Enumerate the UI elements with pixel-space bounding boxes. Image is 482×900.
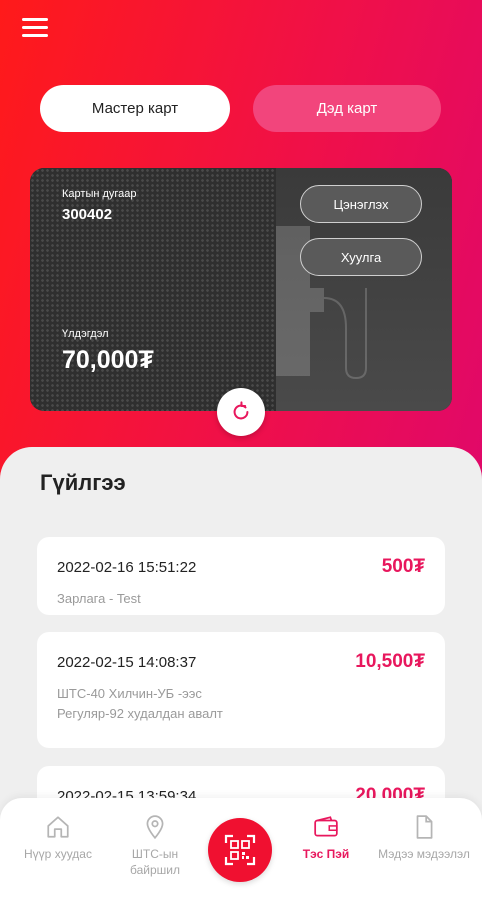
nav-pay-label: Тэс Пэй: [302, 847, 350, 861]
nav-info[interactable]: Мэдээ мэдээлэл: [376, 814, 472, 862]
nav-pay[interactable]: Тэс Пэй: [278, 814, 374, 862]
balance-value: 70,000₮: [62, 346, 154, 374]
hamburger-menu-icon[interactable]: [22, 18, 48, 40]
transactions-title: Гүйлгээ: [40, 470, 126, 495]
balance-label: Үлдэгдэл: [62, 328, 109, 340]
transaction-amount: 500₮: [381, 556, 425, 577]
qr-scan-button[interactable]: [208, 818, 272, 882]
transaction-amount: 10,500₮: [355, 651, 425, 672]
location-pin-icon: [146, 815, 164, 840]
home-icon: [47, 816, 69, 838]
wallet-icon: [314, 816, 338, 837]
transaction-row[interactable]: 2022-02-15 14:08:37 10,500₮ ШТС-40 Хилчи…: [37, 632, 445, 748]
sub-card-tab[interactable]: Дэд карт: [253, 85, 441, 132]
refresh-icon[interactable]: [217, 388, 265, 436]
nav-home-label: Нүүр хуудас: [24, 847, 92, 861]
card-number: 300402: [62, 206, 113, 223]
app-screen: Мастер карт Дэд карт Картын дугаар 30040…: [0, 0, 482, 900]
transaction-description: Зарлага - Test: [57, 591, 141, 606]
topup-button[interactable]: Цэнэглэх: [300, 185, 422, 223]
master-card-tab[interactable]: Мастер карт: [40, 85, 230, 132]
document-icon: [416, 815, 433, 839]
nav-stations-label: ШТС-ын байршил: [130, 847, 180, 877]
nav-stations[interactable]: ШТС-ын байршил: [107, 814, 203, 878]
qr-code-icon: [224, 834, 256, 866]
nav-info-label: Мэдээ мэдээлэл: [378, 847, 470, 861]
statement-button[interactable]: Хуулга: [300, 238, 422, 276]
transaction-date: 2022-02-16 15:51:22: [57, 559, 197, 576]
nav-home[interactable]: Нүүр хуудас: [10, 814, 106, 862]
transaction-date: 2022-02-15 14:08:37: [57, 654, 197, 671]
transaction-description: ШТС-40 Хилчин-УБ -ээс Регуляр-92 худалда…: [57, 686, 223, 721]
fuel-card: Картын дугаар 300402 Үлдэгдэл 70,000₮ Цэ…: [30, 168, 452, 411]
card-number-label: Картын дугаар: [62, 188, 137, 200]
transaction-row[interactable]: 2022-02-16 15:51:22 500₮ Зарлага - Test: [37, 537, 445, 615]
